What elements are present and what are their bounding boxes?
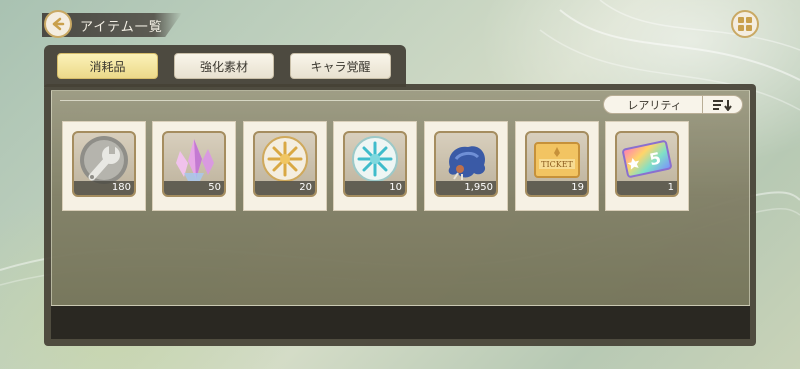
item-slot[interactable]: 10 xyxy=(333,121,417,211)
grid-menu-button[interactable] xyxy=(731,10,759,38)
item-frame: 180 xyxy=(72,131,136,197)
item-frame: 50 xyxy=(162,131,226,197)
item-count: 180 xyxy=(74,181,134,195)
item-slot[interactable]: TICKET 19 xyxy=(515,121,599,211)
item-count: 50 xyxy=(164,181,224,195)
item-count: 1 xyxy=(617,181,677,195)
item-slot[interactable]: 180 xyxy=(62,121,146,211)
divider xyxy=(60,100,600,101)
sort-label[interactable]: レアリティ xyxy=(612,97,697,113)
item-slot[interactable]: 50 xyxy=(152,121,236,211)
item-slot[interactable]: 1,950 xyxy=(424,121,508,211)
item-count: 1,950 xyxy=(436,181,496,195)
item-slot[interactable]: 5 1 xyxy=(605,121,689,211)
item-frame: TICKET 19 xyxy=(525,131,589,197)
tab-character-awakening[interactable]: キャラ覚醒 xyxy=(290,53,391,79)
page-title: アイテム一覧 xyxy=(80,20,163,35)
sort-order-button[interactable] xyxy=(703,95,743,114)
item-frame: 5 1 xyxy=(615,131,679,197)
item-frame: 20 xyxy=(253,131,317,197)
item-count: 20 xyxy=(255,181,315,195)
item-frame: 1,950 xyxy=(434,131,498,197)
tab-consumables[interactable]: 消耗品 xyxy=(57,53,158,79)
tab-enhancement-materials[interactable]: 強化素材 xyxy=(174,53,274,79)
item-slot[interactable]: 20 xyxy=(243,121,327,211)
back-button[interactable] xyxy=(44,10,72,38)
back-arrow-icon xyxy=(52,17,65,31)
grid-icon xyxy=(738,17,752,31)
sort-order-icon xyxy=(713,99,732,111)
ticket-text: TICKET xyxy=(541,160,573,169)
item-count: 10 xyxy=(345,181,405,195)
item-frame: 10 xyxy=(343,131,407,197)
item-count: 19 xyxy=(527,181,587,195)
panel-footer xyxy=(51,306,750,339)
